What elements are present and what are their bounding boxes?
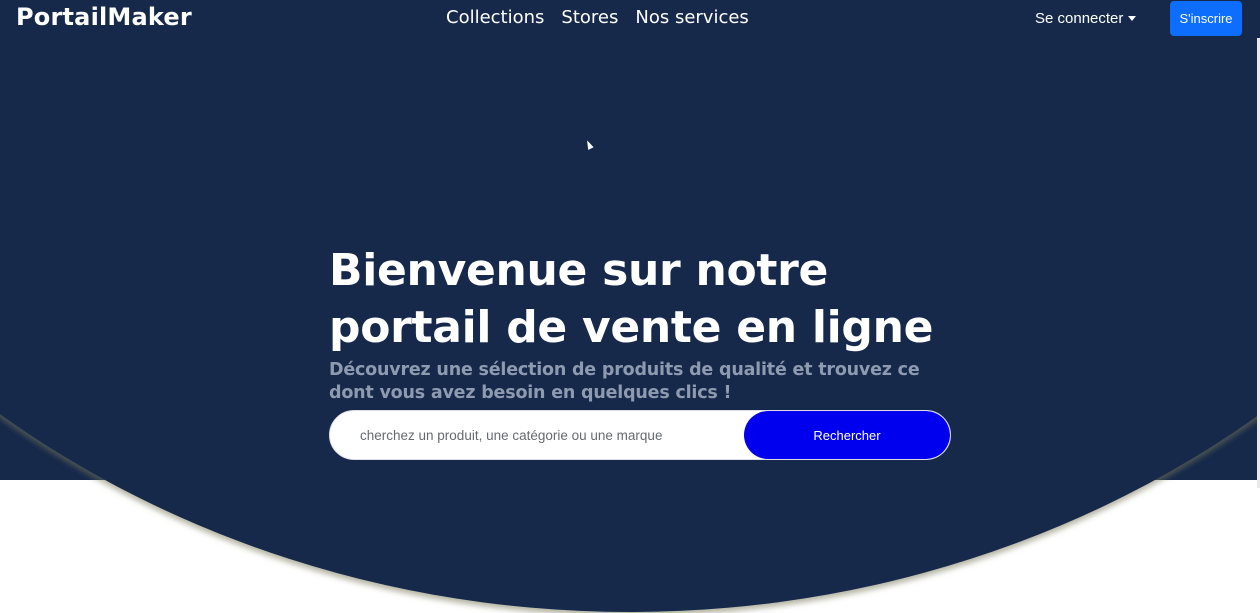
nav-link-services[interactable]: Nos services	[635, 7, 748, 28]
hero-title-line2: portail de vente en ligne	[329, 302, 934, 353]
signup-button[interactable]: S'inscrire	[1170, 1, 1242, 36]
nav-links: Collections Stores Nos services	[446, 7, 749, 28]
hero-title-line1: Bienvenue sur notre	[329, 245, 829, 296]
navbar: PortailMaker Collections Stores Nos serv…	[0, 0, 1260, 38]
landing-page: PortailMaker Collections Stores Nos serv…	[0, 0, 1260, 613]
caret-down-icon	[1128, 16, 1137, 21]
search-bar: Rechercher	[329, 410, 951, 460]
hero-section: Bienvenue sur notre portail de vente en …	[329, 242, 951, 405]
nav-link-stores[interactable]: Stores	[561, 7, 618, 28]
search-button[interactable]: Rechercher	[744, 411, 950, 459]
nav-link-collections[interactable]: Collections	[446, 7, 544, 28]
hero-title: Bienvenue sur notre portail de vente en …	[329, 242, 951, 356]
hero-subtitle: Découvrez une sélection de produits de q…	[329, 360, 920, 403]
search-input[interactable]	[330, 411, 744, 459]
login-dropdown[interactable]: Se connecter	[1035, 10, 1137, 27]
brand-logo[interactable]: PortailMaker	[16, 3, 192, 31]
login-label: Se connecter	[1035, 10, 1124, 27]
